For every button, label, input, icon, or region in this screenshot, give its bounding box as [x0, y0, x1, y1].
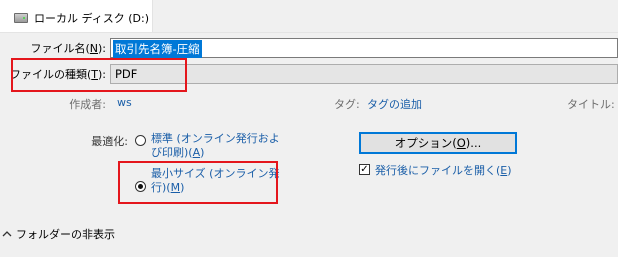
open-after-publish-label[interactable]: 発行後にファイルを開く(E) — [375, 162, 512, 178]
nav-tree-item-label: ローカル ディスク (D:) — [34, 12, 149, 25]
annotation-highlight-minimum — [118, 161, 278, 204]
optimize-standard-label[interactable]: 標準 (オンライン発行およ び印刷)(A) — [151, 132, 301, 160]
annotation-highlight-file-type — [11, 58, 187, 92]
file-name-input[interactable]: 取引先名簿-圧縮 — [110, 38, 618, 58]
tags-field[interactable]: タグの追加 — [367, 96, 422, 112]
hide-folders-label: フォルダーの非表示 — [16, 228, 115, 241]
divider — [0, 32, 618, 33]
optimize-label: 最適化: — [91, 135, 128, 148]
author-field[interactable]: ws — [117, 96, 132, 109]
tags-label: タグ: — [334, 98, 360, 111]
chevron-up-icon — [2, 231, 12, 237]
hard-drive-icon — [14, 13, 28, 23]
open-after-publish-checkbox[interactable]: ✓ — [359, 164, 370, 175]
title-label: タイトル: — [567, 98, 615, 111]
options-button[interactable]: オプション(O)... — [359, 132, 517, 154]
optimize-standard-radio[interactable] — [135, 135, 146, 146]
nav-tree-scrollbar[interactable] — [152, 0, 169, 32]
file-name-value: 取引先名簿-圧縮 — [113, 40, 202, 58]
file-name-label: ファイル名(N): — [30, 42, 106, 55]
nav-tree-item-drive-d[interactable]: ローカル ディスク (D:) — [14, 10, 149, 26]
author-label: 作成者: — [69, 98, 106, 111]
hide-folders-toggle[interactable]: フォルダーの非表示 — [2, 226, 115, 242]
